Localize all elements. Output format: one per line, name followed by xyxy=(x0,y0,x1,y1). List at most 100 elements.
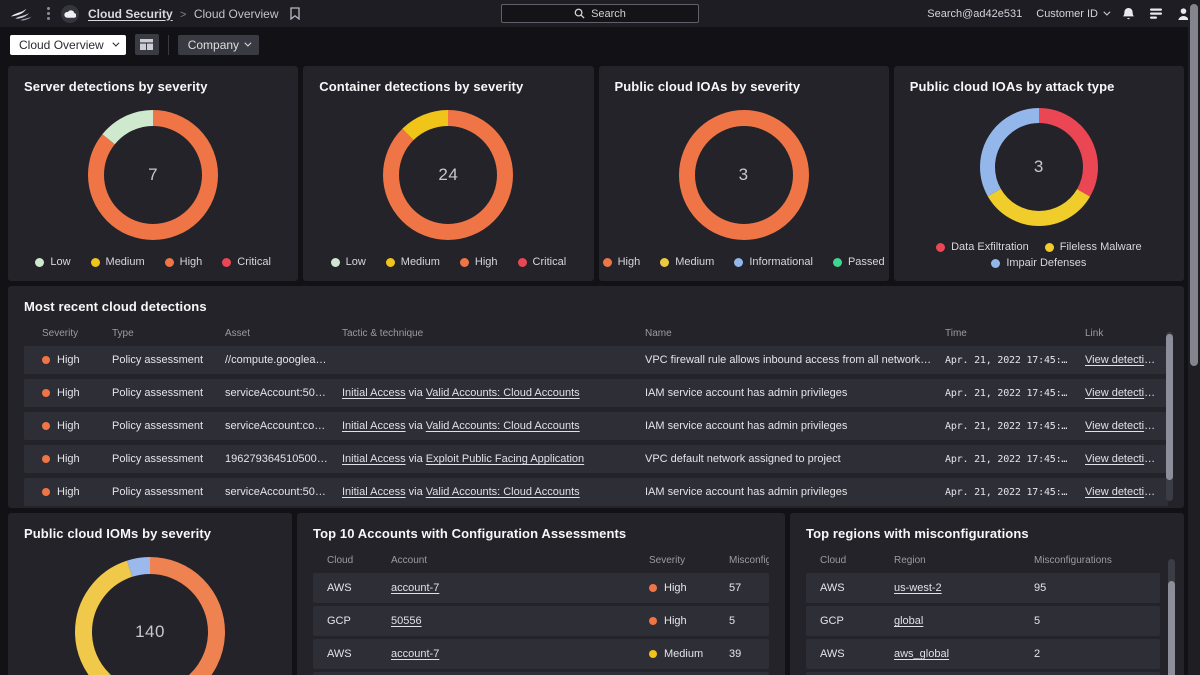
detections-table-header: Severity Type Asset Tactic & technique N… xyxy=(42,328,1104,339)
tactic-link[interactable]: Initial Access xyxy=(342,387,406,399)
panel-server-detections: Server detections by severity 7 Low Medi… xyxy=(8,66,299,281)
notifications-bell-icon[interactable] xyxy=(1122,7,1135,21)
activity-feed-icon[interactable] xyxy=(1149,7,1163,20)
region-link[interactable]: us-west-2 xyxy=(894,582,942,594)
top-navbar: Cloud Security > Cloud Overview Search S… xyxy=(0,0,1200,27)
region-row: AWS aws_global 2 xyxy=(806,639,1160,669)
user-account-label[interactable]: Search@ad42e531 xyxy=(927,8,1022,20)
legend-dot-medium xyxy=(385,257,395,267)
donut-chart-container-detections[interactable]: 24 xyxy=(383,110,514,240)
panel-top-accounts: Top 10 Accounts with Configuration Asses… xyxy=(297,513,785,675)
detections-scrollbar[interactable] xyxy=(1166,332,1173,501)
chart-legend: High Medium Informational Passed xyxy=(599,256,889,281)
page-scrollbar[interactable] xyxy=(1190,4,1198,366)
donut-chart-server-detections[interactable]: 7 xyxy=(88,110,219,240)
chevron-down-icon xyxy=(244,39,252,47)
tactic-link[interactable]: Initial Access xyxy=(342,420,406,432)
panel-ioas-attack-type: Public cloud IOAs by attack type 3 Data … xyxy=(893,66,1184,281)
legend-dot-passed xyxy=(832,257,842,267)
donut-center-value: 140 xyxy=(135,622,165,641)
view-detection-link[interactable]: View detection xyxy=(1085,453,1156,465)
breadcrumb-separator: > xyxy=(180,8,187,21)
tactic-link[interactable]: Initial Access xyxy=(342,453,406,465)
layout-grid-button[interactable] xyxy=(134,34,159,55)
regions-scrollbar[interactable] xyxy=(1168,559,1175,675)
accounts-table-header: Cloud Account Severity Misconfigurations xyxy=(327,555,769,566)
app-menu-icon[interactable] xyxy=(45,5,52,22)
regions-table-header: Cloud Region Misconfigurations xyxy=(820,555,1112,566)
panel-title: Public cloud IOMs by severity xyxy=(24,526,212,541)
view-detection-link[interactable]: View detection xyxy=(1085,354,1156,366)
search-label: Search xyxy=(591,7,626,20)
legend-dot-low xyxy=(35,257,45,267)
panel-title: Top regions with misconfigurations xyxy=(806,526,1029,541)
region-row: GCP global 5 xyxy=(806,606,1160,636)
severity-dot xyxy=(42,422,50,430)
search-icon xyxy=(574,8,585,19)
donut-center-value: 7 xyxy=(148,165,159,184)
company-filter-dropdown[interactable]: Company xyxy=(177,34,260,55)
technique-link[interactable]: Valid Accounts: Cloud Accounts xyxy=(426,387,580,399)
severity-dot xyxy=(42,488,50,496)
chevron-down-icon xyxy=(112,39,120,47)
technique-link[interactable]: Exploit Public Facing Application xyxy=(426,453,584,465)
detection-row: High Policy assessment serviceAccount:50… xyxy=(24,478,1168,506)
view-detection-link[interactable]: View detection xyxy=(1085,486,1156,498)
legend-dot-high xyxy=(602,257,612,267)
region-row: AWS us-west-2 95 xyxy=(806,573,1160,603)
panel-recent-detections: Most recent cloud detections Severity Ty… xyxy=(8,286,1184,508)
cloud-security-module-icon[interactable] xyxy=(61,4,79,23)
global-search-input[interactable]: Search xyxy=(501,4,699,23)
legend-dot-critical xyxy=(222,257,232,267)
account-link[interactable]: account-7 xyxy=(391,582,439,594)
legend-dot-informational xyxy=(734,257,744,267)
panel-ioas-severity: Public cloud IOAs by severity 3 High Med… xyxy=(598,66,889,281)
region-link[interactable]: global xyxy=(894,615,923,627)
account-link[interactable]: account-7 xyxy=(391,648,439,660)
legend-dot-medium xyxy=(660,257,670,267)
technique-link[interactable]: Valid Accounts: Cloud Accounts xyxy=(426,420,580,432)
severity-dot xyxy=(649,617,657,625)
panel-title: Public cloud IOAs by severity xyxy=(614,79,801,94)
account-link[interactable]: 50556 xyxy=(391,615,422,627)
detection-row: High Policy assessment serviceAccount:co… xyxy=(24,412,1168,440)
donut-center-value: 24 xyxy=(438,165,459,184)
view-detection-link[interactable]: View detection xyxy=(1085,387,1156,399)
legend-dot-high xyxy=(459,257,469,267)
breadcrumb: Cloud Security > Cloud Overview xyxy=(88,7,279,21)
chart-legend: Impair Defenses xyxy=(894,257,1184,281)
legend-dot-impair-defenses xyxy=(991,258,1001,268)
panel-title: Server detections by severity xyxy=(24,79,208,94)
account-row: AWS account-7 Medium 39 xyxy=(313,639,769,669)
donut-chart-ioms-severity[interactable]: 140 xyxy=(75,557,225,675)
severity-dot xyxy=(649,650,657,658)
breadcrumb-current-page: Cloud Overview xyxy=(193,6,279,21)
donut-center-value: 3 xyxy=(1033,157,1044,176)
chart-legend: Low Medium High Critical xyxy=(8,256,298,281)
customer-id-dropdown[interactable]: Customer ID xyxy=(1036,8,1111,20)
detection-row: High Policy assessment serviceAccount:50… xyxy=(24,379,1168,407)
legend-dot-medium xyxy=(90,257,100,267)
account-row: GCP 50556 High 5 xyxy=(313,606,769,636)
panel-top-regions: Top regions with misconfigurations Cloud… xyxy=(790,513,1184,675)
legend-dot-critical xyxy=(517,257,527,267)
technique-link[interactable]: Valid Accounts: Cloud Accounts xyxy=(426,486,580,498)
bookmark-icon[interactable] xyxy=(289,7,300,20)
donut-chart-ioas-severity[interactable]: 3 xyxy=(678,110,809,240)
dashboard-view-select[interactable]: Cloud Overview xyxy=(10,34,126,55)
donut-chart-ioas-attack-type[interactable]: 3 xyxy=(979,108,1098,226)
region-link[interactable]: aws_global xyxy=(894,648,949,660)
account-row: AWS account-7 High 57 xyxy=(313,573,769,603)
tactic-link[interactable]: Initial Access xyxy=(342,486,406,498)
view-detection-link[interactable]: View detection xyxy=(1085,420,1156,432)
dashboard-toolbar: Cloud Overview Company xyxy=(0,27,1200,62)
legend-dot-data-exfiltration xyxy=(936,242,946,252)
breadcrumb-link-cloud-security[interactable]: Cloud Security xyxy=(88,7,173,21)
detection-row: High Policy assessment 19627936451050022… xyxy=(24,445,1168,473)
crowdstrike-falcon-logo[interactable] xyxy=(10,6,36,22)
legend-dot-high xyxy=(164,257,174,267)
severity-dot xyxy=(42,455,50,463)
panel-title: Most recent cloud detections xyxy=(24,299,207,314)
severity-dot xyxy=(42,356,50,364)
severity-dot xyxy=(649,584,657,592)
